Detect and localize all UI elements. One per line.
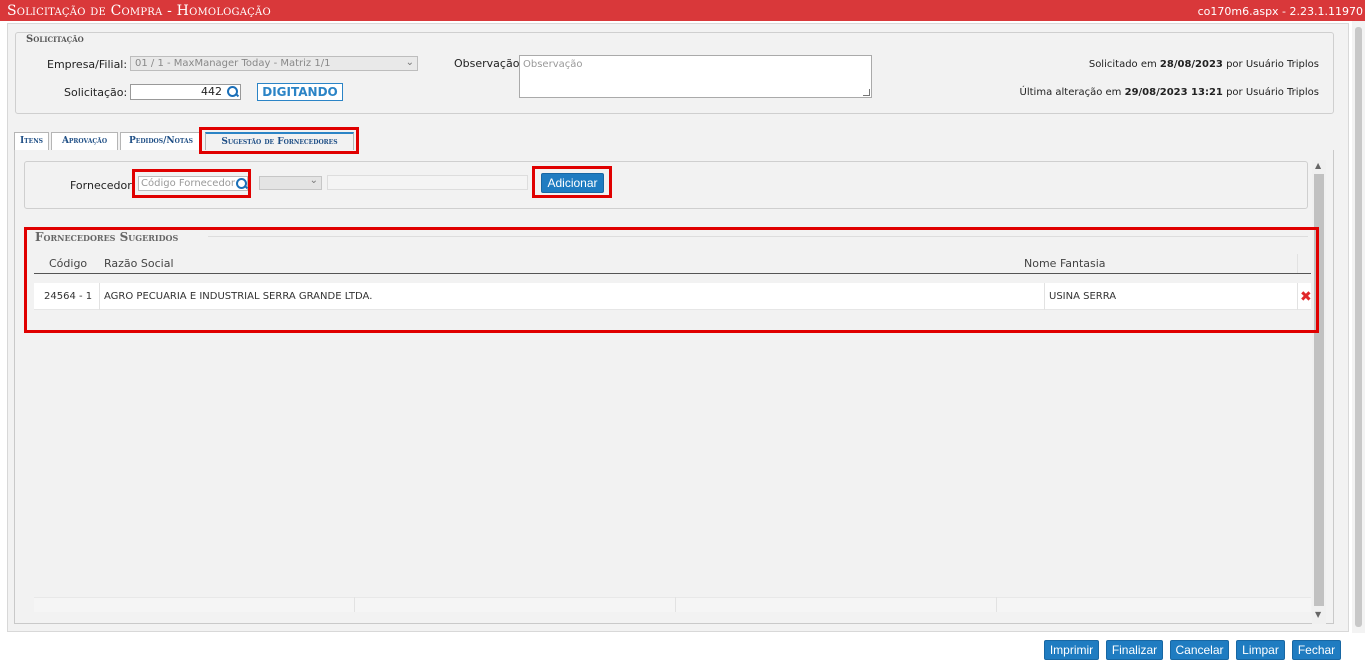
finalizar-button[interactable]: Finalizar <box>1106 640 1163 660</box>
alteracao-info: Última alteração em 29/08/2023 13:21 por… <box>1020 87 1319 98</box>
observacao-placeholder: Observação <box>523 59 583 70</box>
fechar-button[interactable]: Fechar <box>1292 640 1341 660</box>
delete-icon[interactable]: ✖ <box>1300 289 1312 305</box>
resize-grip-icon[interactable] <box>863 89 870 96</box>
solicitado-info: Solicitado em 28/08/2023 por Usuário Tri… <box>1089 59 1319 70</box>
tab-content <box>14 150 1334 624</box>
tab-itens[interactable]: Itens <box>14 132 49 150</box>
content-scrollbar[interactable]: ▲ ▼ <box>1312 160 1326 624</box>
cell-separator <box>1044 283 1045 310</box>
solicitacao-legend: Solicitação <box>23 34 87 45</box>
fornecedor-description <box>327 175 528 190</box>
page-scrollbar[interactable] <box>1352 21 1365 633</box>
scroll-down-icon[interactable]: ▼ <box>1315 610 1321 619</box>
adicionar-button[interactable]: Adicionar <box>541 173 604 193</box>
title-bar: Solicitação de Compra - Homologação co17… <box>0 0 1365 21</box>
sugeridos-divider <box>208 236 1308 237</box>
tab-aprovacao[interactable]: Aprovação <box>51 132 118 150</box>
solicitado-date: 28/08/2023 <box>1159 59 1223 70</box>
scroll-up-icon[interactable]: ▲ <box>1315 161 1321 170</box>
footer-separator <box>996 597 997 612</box>
tab-pedidos-notas[interactable]: Pedidos/Notas <box>120 132 202 150</box>
alteracao-by: por Usuário Triplos <box>1226 87 1319 98</box>
imprimir-button[interactable]: Imprimir <box>1044 640 1099 660</box>
window-title: Solicitação de Compra - Homologação <box>7 3 271 19</box>
empresa-value: 01 / 1 - MaxManager Today - Matriz 1/1 <box>135 58 331 69</box>
fornecedor-select[interactable]: ⌄ <box>259 175 322 190</box>
chevron-down-icon: ⌄ <box>405 57 414 68</box>
sugeridos-title: Fornecedores Sugeridos <box>35 230 179 244</box>
observacao-label: Observação: <box>454 57 524 70</box>
fornecedor-label: Fornecedor: <box>70 179 136 192</box>
solicitado-prefix: Solicitado em <box>1088 59 1157 70</box>
observacao-textarea[interactable]: Observação <box>519 55 872 98</box>
column-nome-fantasia: Nome Fantasia <box>1024 257 1106 270</box>
status-badge: DIGITANDO <box>257 83 343 101</box>
empresa-select[interactable]: 01 / 1 - MaxManager Today - Matriz 1/1 ⌄ <box>130 56 418 71</box>
version-label: co170m6.aspx - 2.23.1.11970 <box>1197 5 1363 18</box>
column-razao-social: Razão Social <box>104 257 174 270</box>
search-icon[interactable] <box>236 178 248 190</box>
alteracao-date: 29/08/2023 13:21 <box>1124 87 1223 98</box>
cell-nome-fantasia: USINA SERRA <box>1049 291 1117 302</box>
chevron-down-icon: ⌄ <box>309 175 318 186</box>
tab-sugestao-fornecedores[interactable]: Sugestão de Fornecedores <box>205 132 354 151</box>
cell-razao-social: AGRO PECUARIA E INDUSTRIAL SERRA GRANDE … <box>104 291 373 302</box>
solicitacao-input[interactable]: 442 <box>130 84 241 100</box>
header-underline <box>34 273 1311 274</box>
limpar-button[interactable]: Limpar <box>1236 640 1285 660</box>
solicitado-by: por Usuário Triplos <box>1226 59 1319 70</box>
alteracao-prefix: Última alteração em <box>1019 87 1122 98</box>
column-codigo: Código <box>49 257 88 270</box>
page-scroll-thumb[interactable] <box>1355 27 1362 627</box>
fornecedor-input[interactable]: Código Fornecedor <box>138 176 248 191</box>
footer-separator <box>675 597 676 612</box>
scroll-thumb[interactable] <box>1314 174 1324 606</box>
header-separator <box>1297 254 1298 273</box>
empresa-label: Empresa/Filial: <box>47 58 128 71</box>
cell-separator <box>1297 283 1298 310</box>
cell-codigo: 24564 - 1 <box>44 291 93 302</box>
solicitacao-label: Solicitação: <box>64 86 128 99</box>
cancelar-button[interactable]: Cancelar <box>1170 640 1229 660</box>
table-footer <box>34 597 1311 612</box>
footer-separator <box>354 597 355 612</box>
search-icon[interactable] <box>227 86 239 98</box>
cell-separator <box>99 283 100 310</box>
